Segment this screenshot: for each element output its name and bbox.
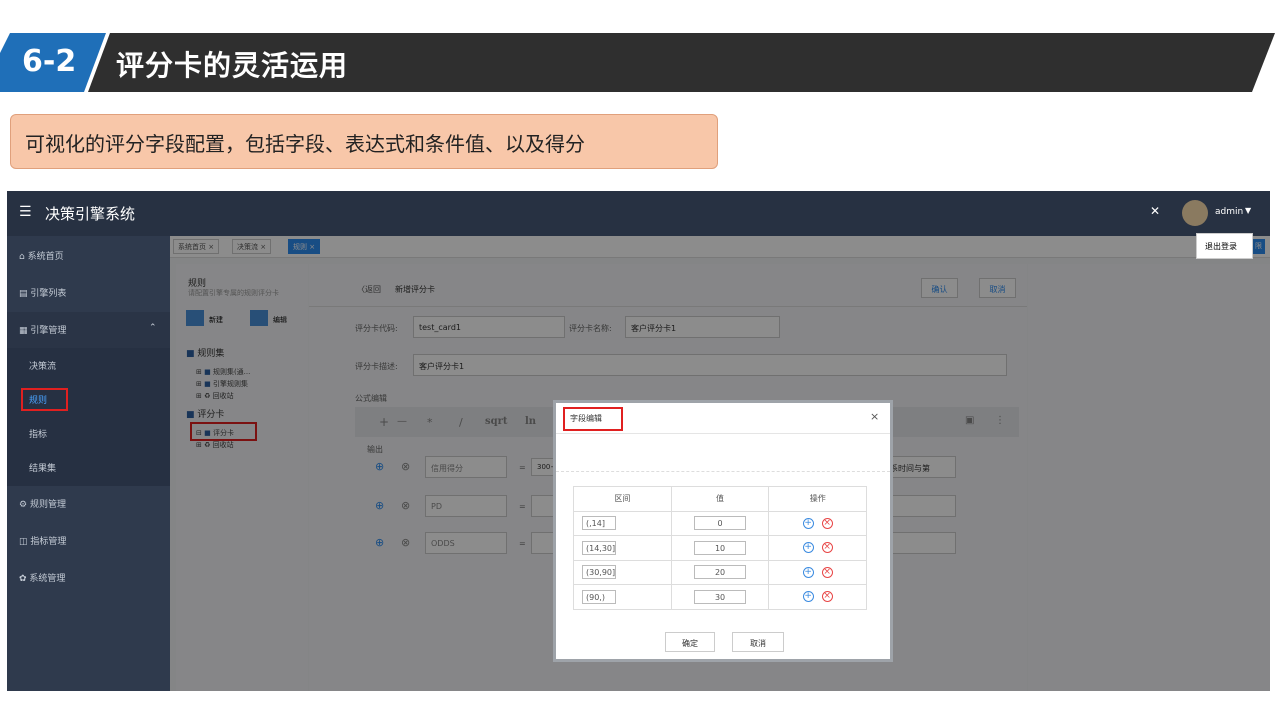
- column-header: 值: [670, 486, 770, 512]
- book-icon: ◫: [19, 537, 31, 547]
- table-row: (14,30] 10 + ×: [573, 535, 867, 561]
- interval-input[interactable]: (30,90]: [582, 565, 616, 580]
- value-input[interactable]: 20: [694, 565, 747, 580]
- table-row: (30,90] 20 + ×: [573, 559, 867, 585]
- add-row-icon[interactable]: +: [802, 542, 814, 554]
- dialog-ok-button[interactable]: 确定: [665, 632, 715, 652]
- list-icon: ▤: [19, 289, 31, 299]
- logout-menu-item[interactable]: 退出登录: [1196, 233, 1253, 259]
- table-row: (90,) 30 + ×: [573, 584, 867, 610]
- column-header: 操作: [768, 486, 867, 512]
- value-input[interactable]: 30: [694, 589, 747, 604]
- settings-icon: ✿: [19, 574, 30, 584]
- add-row-icon[interactable]: +: [802, 517, 814, 529]
- gear-icon: ⚙: [19, 500, 30, 510]
- interval-input[interactable]: (90,): [582, 589, 616, 604]
- sidebar: ⌂ 系统首页 ▤ 引擎列表 ▦ 引擎管理 ⌃ 决策流 规则 指标 结果集 ⚙ 规则…: [7, 236, 170, 691]
- sidebar-item-rule-manage[interactable]: ⚙ 规则管理: [7, 486, 170, 522]
- user-name[interactable]: admin: [1215, 207, 1243, 217]
- chevron-down-icon[interactable]: ▼: [1245, 206, 1251, 215]
- remove-row-icon[interactable]: ×: [821, 591, 833, 603]
- sidebar-item-engine-manage[interactable]: ▦ 引擎管理 ⌃: [7, 312, 170, 348]
- value-input[interactable]: 10: [694, 540, 747, 555]
- sidebar-item-indicator-manage[interactable]: ◫ 指标管理: [7, 523, 170, 559]
- sidebar-item-engine-list[interactable]: ▤ 引擎列表: [7, 275, 170, 311]
- top-bar: ☰ 决策引擎系统 ✕ admin ▼: [7, 191, 1270, 236]
- callout-box: 可视化的评分字段配置，包括字段、表达式和条件值、以及得分: [10, 114, 718, 169]
- add-row-icon[interactable]: +: [802, 591, 814, 603]
- home-icon: ⌂: [19, 252, 28, 262]
- sidebar-item-result-set[interactable]: 结果集: [7, 450, 170, 486]
- value-input[interactable]: 0: [694, 516, 747, 531]
- table-row: (,14] 0 + ×: [573, 510, 867, 536]
- highlight-rule-box: [21, 388, 68, 411]
- remove-row-icon[interactable]: ×: [821, 542, 833, 554]
- avatar[interactable]: [1182, 200, 1208, 226]
- sidebar-item-home[interactable]: ⌂ 系统首页: [7, 238, 170, 274]
- section-number: 6-2: [22, 44, 77, 79]
- interval-table: 区间 值 操作 (,14] 0 + × (14,30] 10 + × (30,90]…: [573, 486, 867, 610]
- highlight-dialog-title: [563, 407, 623, 431]
- fullscreen-icon[interactable]: ✕: [1150, 204, 1160, 218]
- close-icon[interactable]: ×: [870, 410, 879, 423]
- slide-title: 评分卡的灵活运用: [116, 49, 349, 82]
- app-window: ☰ 决策引擎系统 ✕ admin ▼ 退出登录 ⌂ 系统首页 ▤ 引擎列表 ▦ …: [7, 191, 1270, 691]
- remove-row-icon[interactable]: ×: [821, 566, 833, 578]
- table-header-row: 区间 值 操作: [573, 486, 867, 512]
- brand-title: 决策引擎系统: [45, 205, 136, 223]
- dialog-divider: [556, 433, 890, 434]
- remove-row-icon[interactable]: ×: [821, 517, 833, 529]
- sidebar-item-indicator[interactable]: 指标: [7, 416, 170, 452]
- dialog-cancel-button[interactable]: 取消: [732, 632, 784, 652]
- sidebar-item-system-manage[interactable]: ✿ 系统管理: [7, 560, 170, 596]
- sidebar-item-decision-flow[interactable]: 决策流: [7, 348, 170, 384]
- interval-input[interactable]: (14,30]: [582, 540, 616, 555]
- interval-input[interactable]: (,14]: [582, 516, 616, 531]
- add-row-icon[interactable]: +: [802, 566, 814, 578]
- apps-icon: ▦: [19, 326, 31, 336]
- dialog-separator: [556, 471, 890, 472]
- field-edit-dialog: 字段编辑 × 区间 值 操作 (,14] 0 + × (14,30] 10 + × …: [553, 400, 893, 662]
- menu-icon[interactable]: ☰: [19, 204, 32, 220]
- callout-text: 可视化的评分字段配置，包括字段、表达式和条件值、以及得分: [25, 132, 585, 156]
- column-header: 区间: [573, 486, 672, 512]
- chevron-up-icon: ⌃: [149, 323, 157, 333]
